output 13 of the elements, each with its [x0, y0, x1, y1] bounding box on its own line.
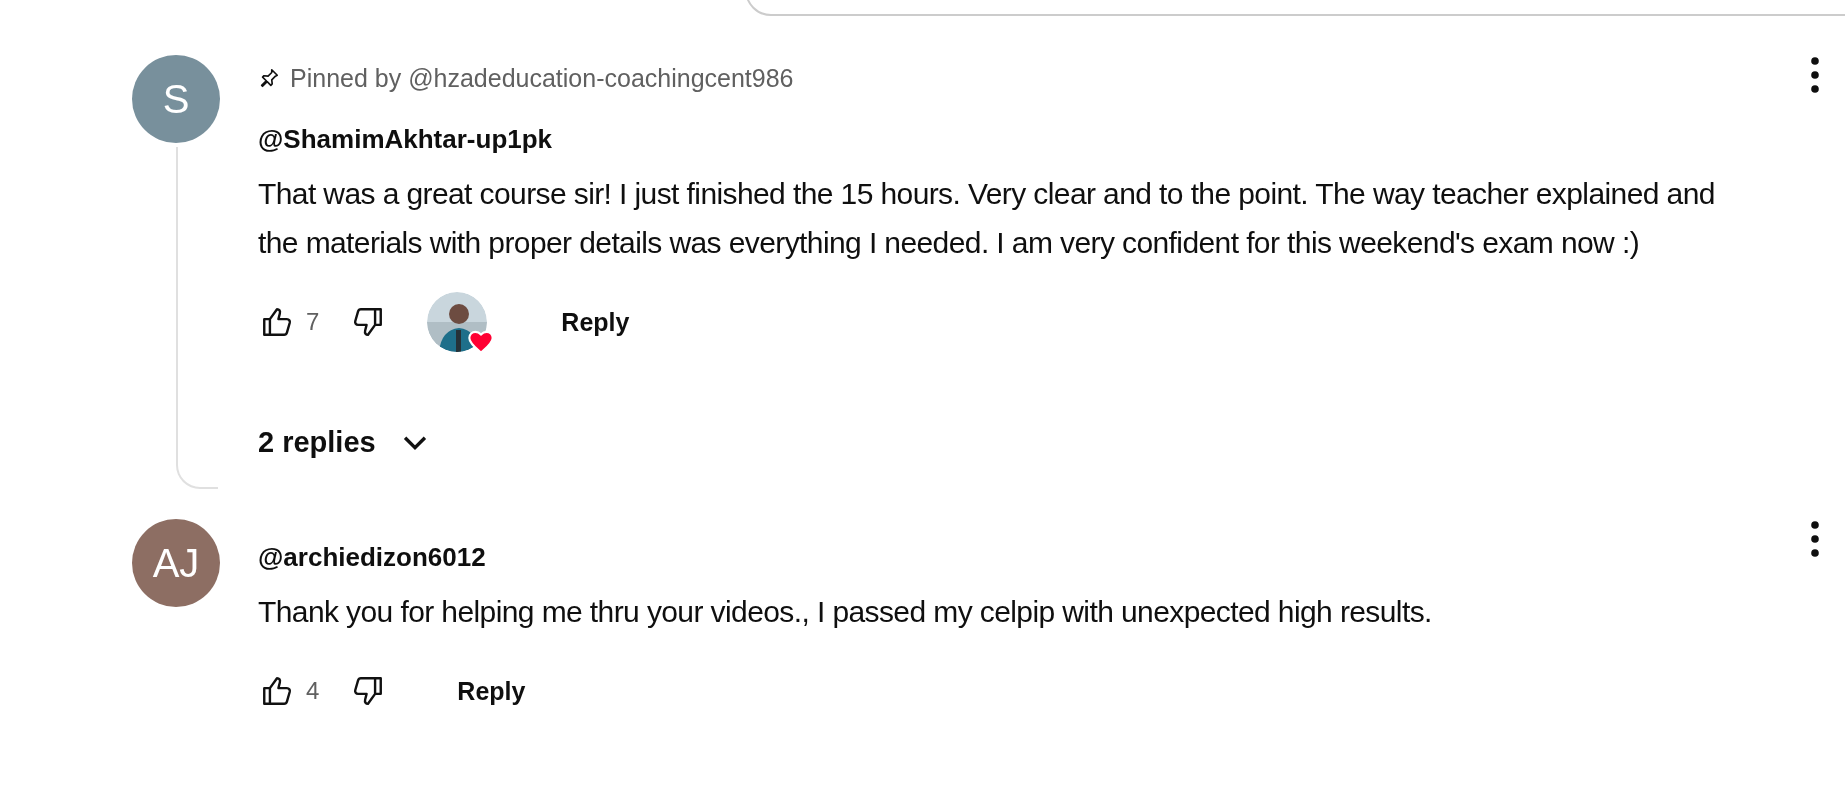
like-count: 7 [306, 308, 320, 336]
avatar[interactable]: AJ [132, 519, 220, 607]
pinned-label: Pinned by @hzadeducation-coachingcent986 [290, 63, 794, 93]
comment-text: That was a great course sir! I just finished the 15 hours. Very clear and to the point. The way teacher explained and the materials with proper details was everything I needed. I am very confident for this weekend's exam now :) [258, 176, 1716, 261]
comment-text: Thank you for helping me thru your videos., I passed my celpip with unexpected high results. [258, 594, 1433, 630]
comment-author[interactable]: @ShamimAkhtar-up1pk [258, 115, 1809, 163]
like-count: 4 [306, 677, 320, 705]
comment-author[interactable]: @archiedizon6012 [258, 533, 1809, 581]
replies-toggle[interactable]: 2 replies [258, 412, 432, 472]
reply-button[interactable]: Reply [547, 297, 644, 347]
more-options-icon[interactable] [1809, 519, 1821, 559]
more-options-icon[interactable] [1809, 55, 1821, 95]
reply-button[interactable]: Reply [443, 666, 540, 716]
